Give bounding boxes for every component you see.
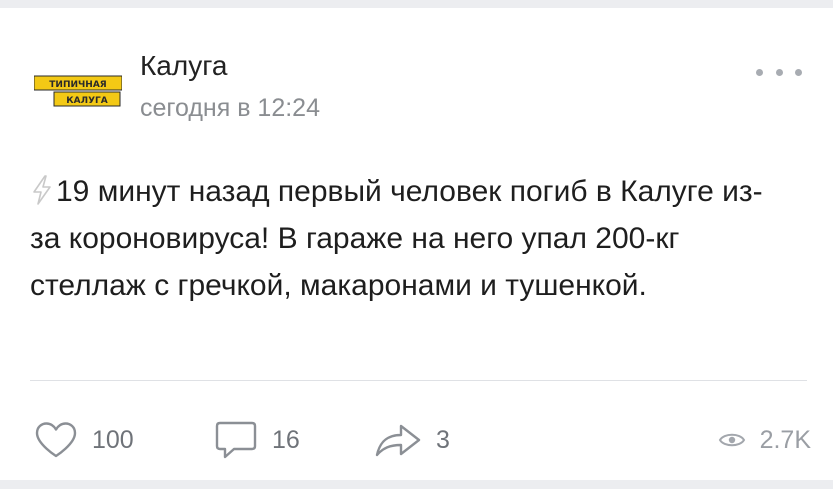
- view-count: 2.7K: [759, 425, 811, 454]
- post-timestamp[interactable]: сегодня в 12:24: [140, 94, 320, 123]
- author-name[interactable]: Калуга: [140, 50, 227, 82]
- heart-icon: [35, 422, 77, 458]
- community-avatar[interactable]: ТИПИЧНАЯ КАЛУГА: [34, 66, 122, 118]
- like-count: 100: [92, 425, 134, 454]
- logo-line1: ТИПИЧНАЯ: [49, 80, 107, 90]
- share-count: 3: [436, 425, 450, 454]
- views-counter: 2.7K: [718, 420, 811, 460]
- comment-count: 16: [272, 425, 300, 454]
- like-button[interactable]: 100: [34, 420, 134, 460]
- comment-button[interactable]: 16: [214, 420, 300, 460]
- lightning-bolt-icon: [33, 175, 51, 205]
- post-text: 19 минут назад первый человек погиб в Ка…: [30, 175, 763, 302]
- post-body: 19 минут назад первый человек погиб в Ка…: [30, 168, 790, 309]
- share-arrow-icon: [375, 424, 421, 457]
- divider: [30, 380, 807, 381]
- logo-line2: КАЛУГА: [66, 96, 107, 106]
- share-button[interactable]: 3: [374, 420, 450, 460]
- post-card: ТИПИЧНАЯ КАЛУГА Калуга сегодня в 12:24 1…: [0, 8, 833, 480]
- comment-bubble-icon: [215, 421, 257, 459]
- eye-icon: [718, 433, 745, 447]
- more-dots-icon[interactable]: [756, 60, 802, 84]
